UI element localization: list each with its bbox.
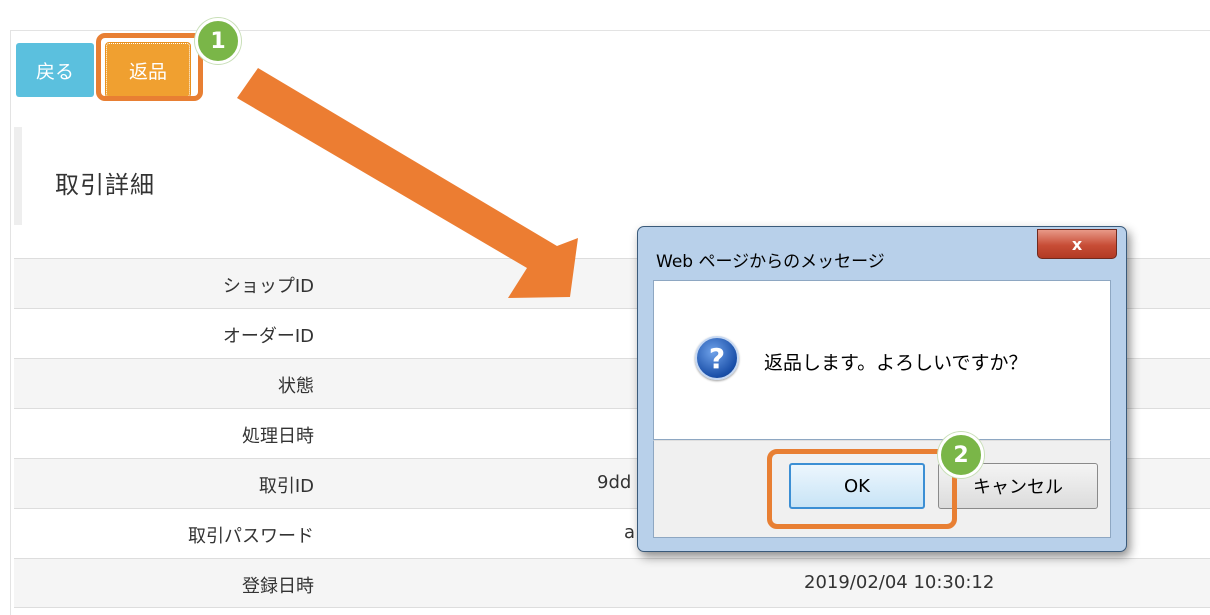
ok-button-highlight — [767, 449, 957, 529]
dialog-body: ? 返品します。よろしいですか？ — [653, 280, 1111, 440]
arrow-shape — [237, 68, 578, 298]
dialog-message: 返品します。よろしいですか？ — [764, 352, 1028, 374]
question-icon: ? — [695, 336, 739, 380]
close-icon[interactable]: x — [1037, 229, 1117, 259]
dialog-title: Web ページからのメッセージ — [656, 252, 885, 272]
dialog-titlebar[interactable]: Web ページからのメッセージ x — [638, 227, 1126, 275]
step-2-badge: 2 — [938, 432, 984, 478]
